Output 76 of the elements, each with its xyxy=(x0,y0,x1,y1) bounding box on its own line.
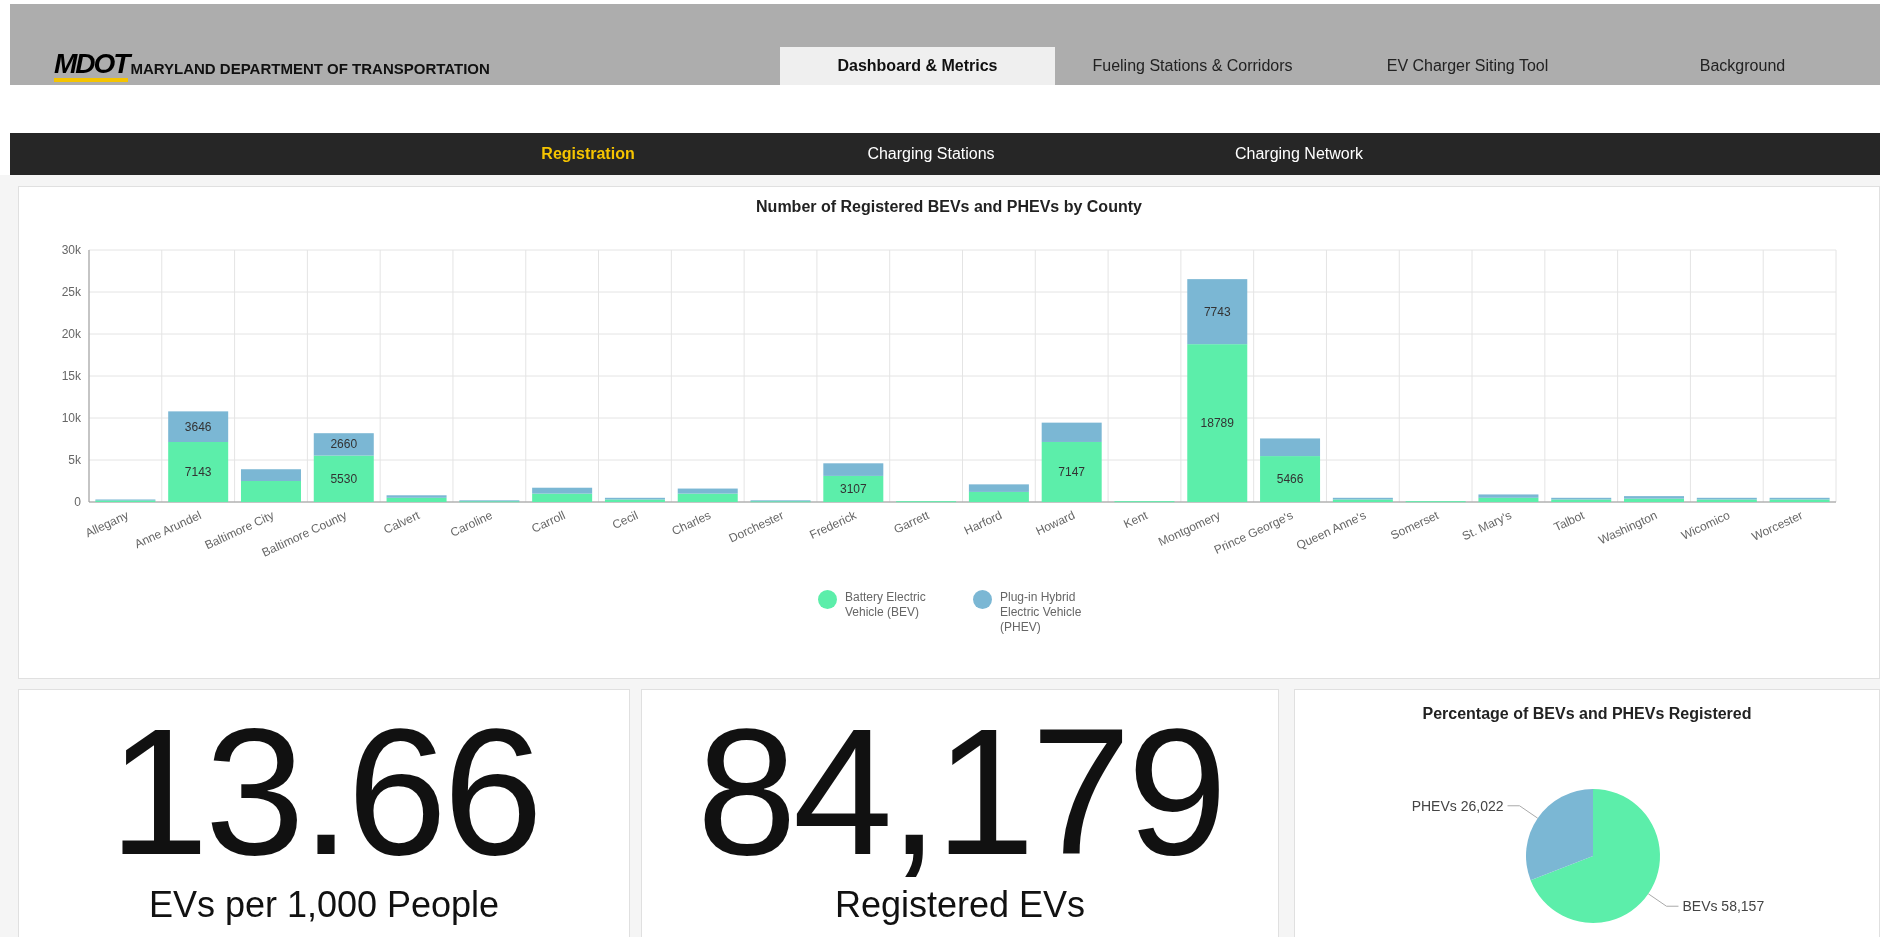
y-tick-label: 15k xyxy=(61,369,81,383)
bar xyxy=(240,481,301,502)
bar xyxy=(168,411,229,442)
leader-line xyxy=(1507,805,1539,819)
stacked-bar xyxy=(532,487,593,502)
bar xyxy=(677,488,738,494)
stacked-bar xyxy=(968,484,1029,502)
stat-label: EVs per 1,000 People xyxy=(148,884,500,926)
chart-title: Percentage of BEVs and PHEVs Registered xyxy=(1421,704,1753,724)
stacked-bar xyxy=(1624,496,1684,502)
y-tick-label: 10k xyxy=(61,411,81,425)
slice-label: PHEVs 26,022 xyxy=(1411,797,1504,814)
stacked-bar xyxy=(1551,497,1612,502)
subnav-tab[interactable]: Registration xyxy=(438,133,738,175)
logo: MDOT xyxy=(54,50,129,82)
x-tick-label: Talbot xyxy=(1551,508,1587,535)
value-label: 3107 xyxy=(839,481,867,496)
y-tick-label: 0 xyxy=(74,495,81,509)
bar xyxy=(240,469,301,481)
stat-label: Registered EVs xyxy=(834,884,1086,926)
stacked-bar xyxy=(459,500,520,503)
bar xyxy=(1260,438,1321,457)
bar xyxy=(968,491,1029,502)
stacked-bar xyxy=(386,495,447,502)
bar xyxy=(313,433,374,456)
bar xyxy=(968,484,1029,492)
y-tick-label: 30k xyxy=(61,243,81,257)
bar xyxy=(823,475,884,502)
stacked-bar xyxy=(1696,497,1757,502)
value-label: 3646 xyxy=(184,419,212,434)
value-label: 5466 xyxy=(1276,472,1304,487)
stacked-bar xyxy=(750,500,811,503)
stacked-bar xyxy=(1478,494,1539,502)
bar xyxy=(1187,344,1248,502)
bar xyxy=(532,493,593,502)
bar xyxy=(1041,441,1102,502)
stacked-bar xyxy=(95,499,156,502)
chart-title: Number of Registered BEVs and PHEVs by County xyxy=(755,197,1143,217)
bar xyxy=(677,493,738,502)
bar xyxy=(168,442,229,502)
value-label: 18789 xyxy=(1200,416,1234,431)
bar xyxy=(313,455,374,502)
nav-tab[interactable]: Background xyxy=(1605,47,1880,85)
stacked-bar xyxy=(1769,497,1830,502)
x-tick-label: Kent xyxy=(1121,508,1150,532)
legend-label: Battery Electric Vehicle (BEV) xyxy=(845,590,927,620)
y-tick-label: 25k xyxy=(61,285,81,299)
agency-name: MARYLAND DEPARTMENT OF TRANSPORTATION xyxy=(130,59,490,79)
leader-line xyxy=(1647,893,1679,907)
nav-tab[interactable]: EV Charger Siting Tool xyxy=(1330,47,1605,85)
stacked-bar xyxy=(604,497,665,502)
legend-label: Plug-in Hybrid Electric Vehicle (PHEV) xyxy=(1000,590,1083,635)
value-label: 7143 xyxy=(184,465,212,479)
nav-tab[interactable]: Dashboard & Metrics xyxy=(780,47,1055,85)
value-label: 7147 xyxy=(1058,465,1086,479)
subnav-tab[interactable]: Charging Stations xyxy=(738,133,1124,175)
stacked-bar xyxy=(1332,497,1393,502)
stacked-bar xyxy=(677,488,738,502)
subnav-tab[interactable]: Charging Network xyxy=(1124,133,1474,175)
value-label: 5530 xyxy=(330,471,358,486)
y-tick-label: 5k xyxy=(68,453,81,467)
x-tick-label: St. Mary's xyxy=(1459,508,1514,544)
value-label: 7743 xyxy=(1203,304,1231,319)
stat-value: 13.66 xyxy=(108,702,540,882)
value-label: 2660 xyxy=(330,437,358,452)
x-tick-label: Cecil xyxy=(610,508,641,532)
bar xyxy=(1260,456,1321,502)
nav-tab[interactable]: Fueling Stations & Corridors xyxy=(1055,47,1330,85)
bar xyxy=(1187,279,1248,345)
stacked-bar xyxy=(241,469,301,502)
bar xyxy=(823,463,884,476)
slice-label: BEVs 58,157 xyxy=(1682,898,1765,915)
bar xyxy=(1041,422,1102,442)
y-tick-label: 20k xyxy=(61,327,81,341)
bar xyxy=(532,487,593,494)
stat-value: 84,179 xyxy=(696,702,1224,882)
